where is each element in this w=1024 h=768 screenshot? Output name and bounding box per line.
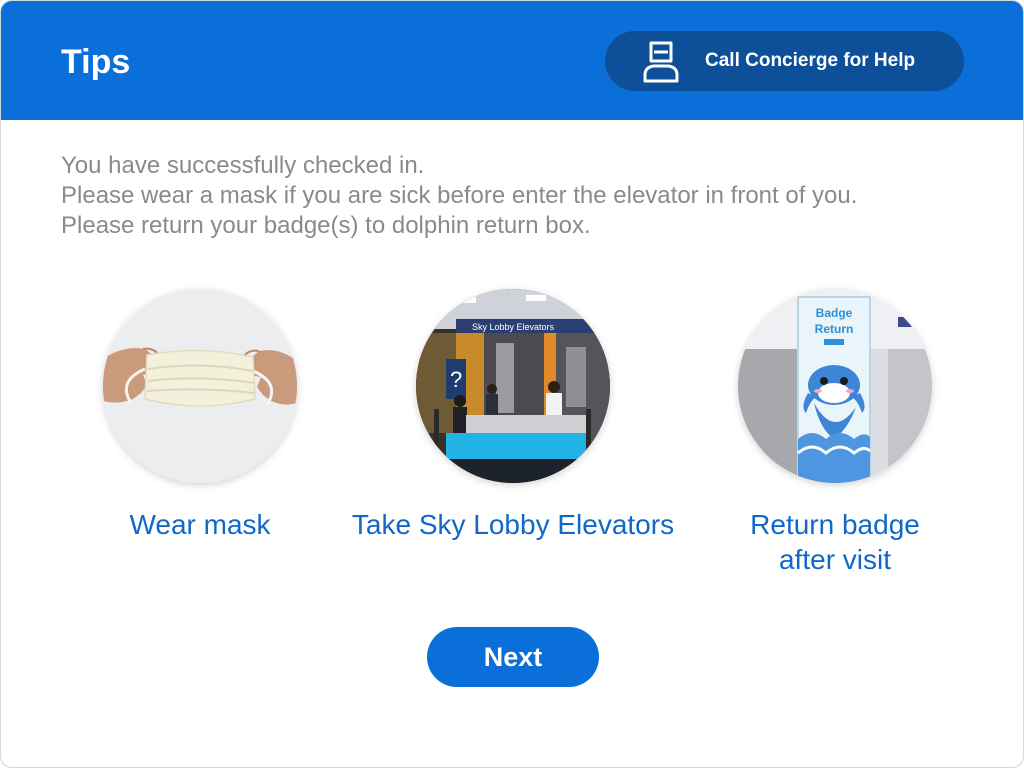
- call-concierge-button[interactable]: Call Concierge for Help: [605, 31, 964, 91]
- tip-label-return-badge: Return badge after visit: [685, 507, 985, 577]
- tips-screen: Tips Call Concierge for Help You have su…: [0, 0, 1024, 768]
- sky-lobby-sign-text: Sky Lobby Elevators: [472, 322, 555, 332]
- call-concierge-label: Call Concierge for Help: [705, 50, 916, 71]
- concierge-person-icon: [643, 41, 679, 83]
- next-button[interactable]: Next: [427, 627, 599, 687]
- mask-instruction-text: Please wear a mask if you are sick befor…: [61, 182, 858, 209]
- checkin-success-text: You have successfully checked in.: [61, 152, 425, 179]
- tip-label-sky-lobby: Take Sky Lobby Elevators: [351, 509, 675, 540]
- tip-label-wear-mask: Wear mask: [129, 509, 271, 540]
- tip-label-return-badge-line-2: after visit: [778, 544, 892, 575]
- face-mask-photo: [103, 289, 297, 483]
- page-title: Tips: [61, 43, 131, 81]
- badge-box-text-line-2: Return: [815, 322, 854, 336]
- badge-box-text-line-1: Badge: [816, 306, 853, 320]
- checkin-messages: You have successfully checked in. Please…: [61, 151, 857, 241]
- header-bar: Tips Call Concierge for Help: [1, 1, 1023, 120]
- badge-return-box-photo: Badge Return: [738, 289, 932, 483]
- sky-lobby-photo: Sky Lobby Elevators ?: [416, 289, 610, 483]
- svg-text:?: ?: [450, 367, 462, 392]
- tip-label-return-badge-line-1: Return badge: [750, 509, 920, 540]
- badge-return-instruction-text: Please return your badge(s) to dolphin r…: [61, 212, 591, 239]
